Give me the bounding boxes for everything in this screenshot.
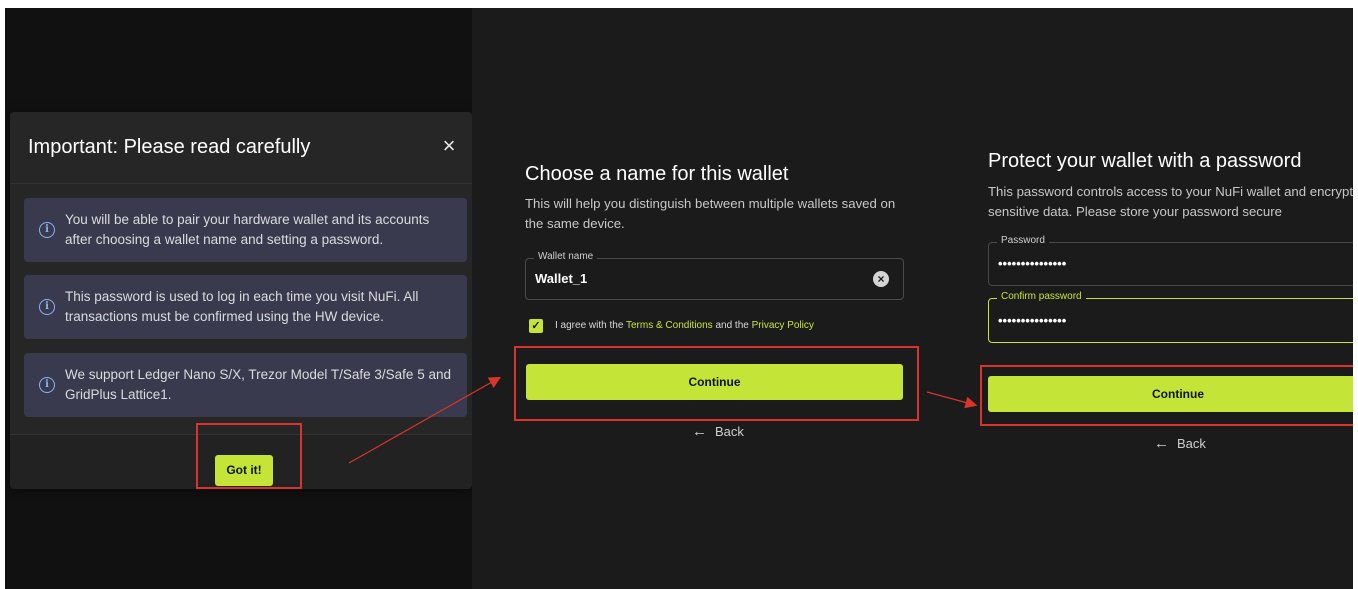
arrow-icon [348, 376, 502, 464]
arrow-icon [926, 391, 978, 409]
annotation-arrows [348, 376, 978, 464]
screenshot-frame: Important: Please read carefully × i You… [5, 8, 1353, 589]
